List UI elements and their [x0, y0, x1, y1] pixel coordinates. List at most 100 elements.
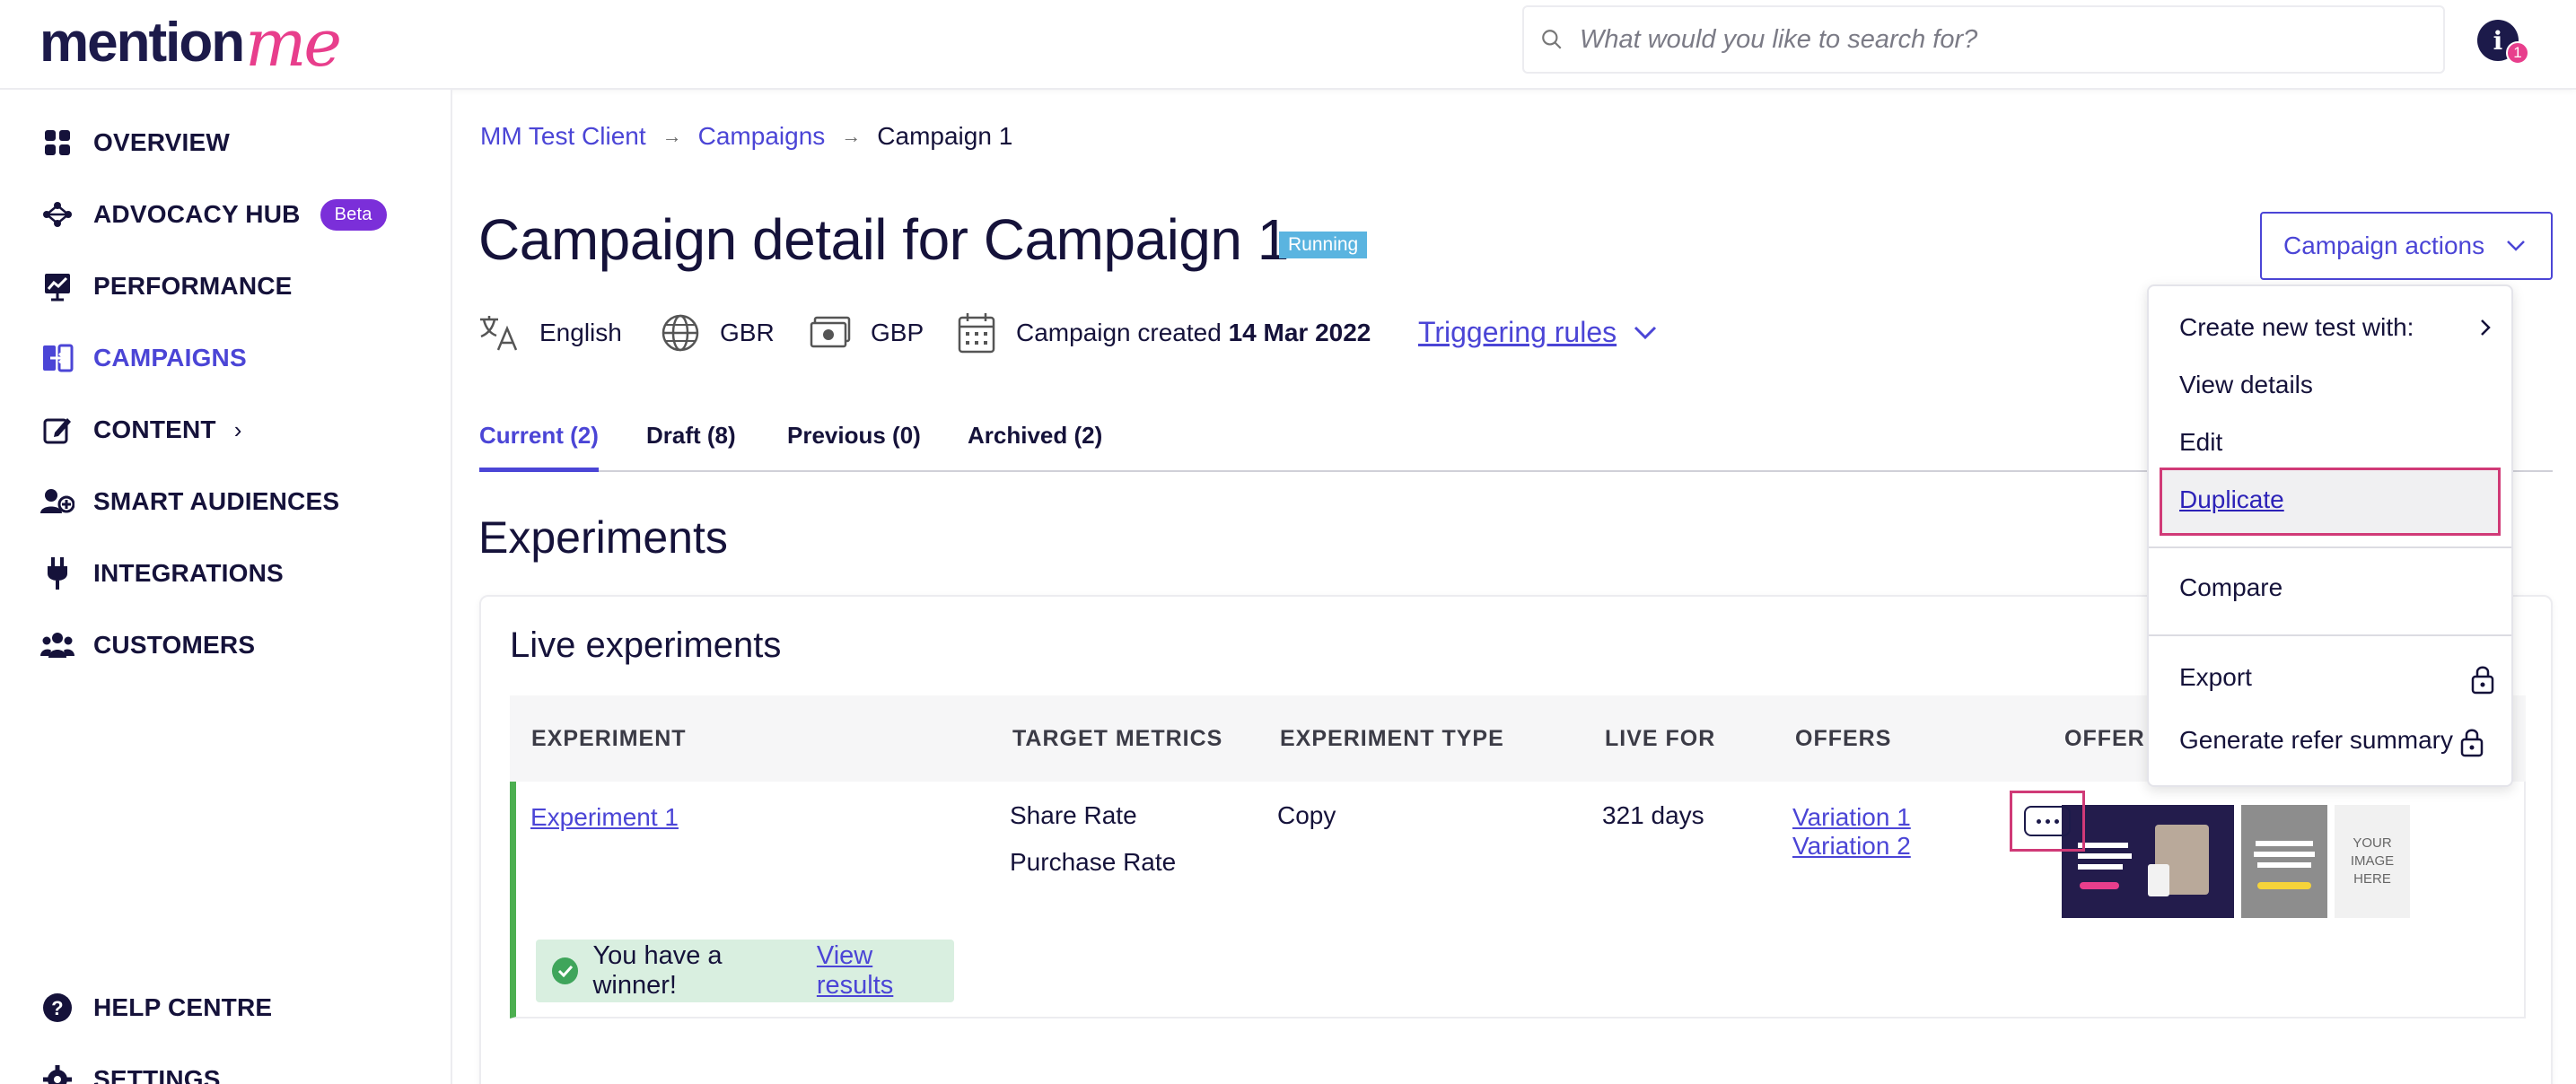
- sidebar-item-content[interactable]: CONTENT ›: [39, 407, 242, 452]
- breadcrumb-campaigns[interactable]: Campaigns: [698, 122, 826, 151]
- sidebar-item-campaigns[interactable]: CAMPAIGNS: [39, 336, 247, 380]
- thumbnail-line: [2256, 841, 2313, 846]
- currency-value: GBP: [871, 319, 924, 346]
- live-for-cell: 321 days: [1602, 801, 1704, 829]
- sidebar-item-help-centre[interactable]: ? HELP CENTRE: [39, 985, 272, 1030]
- sidebar-item-customers[interactable]: CUSTOMERS: [39, 623, 255, 668]
- chevron-right-icon: [2481, 319, 2491, 336]
- currency-meta: GBP: [810, 310, 924, 356]
- chevron-down-icon: [1634, 326, 1657, 339]
- breadcrumb-client[interactable]: MM Test Client: [480, 122, 646, 151]
- beta-badge: Beta: [320, 198, 387, 231]
- tab-draft[interactable]: Draft (8): [646, 422, 736, 472]
- thumbnail-line: [2078, 843, 2128, 848]
- column-header: EXPERIMENT TYPE: [1280, 726, 1504, 751]
- customers-icon: [39, 627, 75, 663]
- language-value: English: [539, 319, 622, 346]
- column-header: EXPERIMENT: [531, 726, 687, 751]
- notification-badge: 1: [2506, 41, 2529, 65]
- sidebar-item-label: CAMPAIGNS: [93, 344, 247, 372]
- menu-item-export[interactable]: Export: [2179, 663, 2252, 692]
- experiments-heading: Experiments: [478, 512, 728, 563]
- chevron-down-icon: [2507, 240, 2526, 251]
- sidebar-item-label: SMART AUDIENCES: [93, 487, 340, 515]
- audience-icon: [39, 484, 75, 520]
- translate-icon: [478, 312, 520, 354]
- campaigns-icon: [39, 340, 75, 376]
- sidebar-item-advocacy-hub[interactable]: ADVOCACY HUB Beta: [39, 192, 387, 237]
- sidebar-item-settings[interactable]: SETTINGS: [39, 1057, 221, 1084]
- country-value: GBR: [720, 319, 775, 346]
- menu-item-edit[interactable]: Edit: [2179, 428, 2222, 457]
- campaign-actions-menu: Create new test with: View details Edit …: [2147, 284, 2513, 787]
- tab-previous[interactable]: Previous (0): [787, 422, 921, 472]
- triggering-rules-toggle[interactable]: Triggering rules: [1418, 316, 1658, 349]
- menu-item-duplicate[interactable]: Duplicate: [2179, 485, 2284, 514]
- breadcrumb: MM Test Client → Campaigns → Campaign 1: [480, 122, 1012, 151]
- created-label: Campaign created: [1016, 319, 1222, 346]
- sidebar-item-label: OVERVIEW: [93, 128, 231, 156]
- calendar-icon: [957, 311, 996, 354]
- created-meta: Campaign created 14 Mar 2022: [957, 310, 1371, 356]
- breadcrumb-current: Campaign 1: [877, 122, 1013, 150]
- search-box[interactable]: [1522, 5, 2445, 74]
- search-input[interactable]: [1580, 24, 2441, 55]
- campaign-actions-button[interactable]: Campaign actions: [2260, 212, 2553, 280]
- search-icon: [1542, 30, 1562, 49]
- menu-item-create-test[interactable]: Create new test with:: [2179, 313, 2491, 342]
- logo-text-me: me: [245, 5, 342, 81]
- sidebar-item-label: PERFORMANCE: [93, 272, 293, 300]
- country-meta: GBR: [661, 310, 775, 356]
- sidebar: OVERVIEW ADVOCACY HUB Beta PERFORMANCE C…: [0, 90, 452, 1084]
- logo[interactable]: mention me: [39, 5, 342, 81]
- column-header: OFFERS: [1795, 726, 1892, 751]
- metric-cell: Purchase Rate: [1010, 848, 1177, 876]
- menu-item-generate-refer-summary[interactable]: Generate refer summary: [2179, 726, 2453, 755]
- view-results-link[interactable]: View results: [817, 941, 954, 1001]
- plug-icon: [39, 555, 75, 591]
- top-bar: mentionme i 1: [0, 0, 2576, 90]
- status-badge: Running: [1279, 232, 1368, 258]
- offer-image-thumbnail[interactable]: [2241, 805, 2327, 918]
- svg-text:?: ?: [51, 997, 64, 1019]
- sidebar-item-integrations[interactable]: INTEGRATIONS: [39, 551, 284, 596]
- sidebar-item-label: ADVOCACY HUB: [93, 200, 301, 228]
- arrow-right-icon: →: [841, 125, 862, 147]
- experiment-name-cell: Experiment 1: [530, 803, 679, 832]
- sidebar-item-label: CUSTOMERS: [93, 631, 256, 659]
- more-actions-button[interactable]: [2024, 806, 2071, 836]
- sidebar-item-smart-audiences[interactable]: SMART AUDIENCES: [39, 479, 339, 524]
- table-row: Experiment 1 Share Rate Purchase Rate Co…: [510, 782, 2526, 1018]
- tab-current[interactable]: Current (2): [479, 422, 599, 472]
- network-icon: [39, 197, 75, 232]
- triggering-rules-label: Triggering rules: [1418, 316, 1617, 348]
- page-title: Campaign detail for Campaign 1: [478, 207, 1289, 272]
- campaign-actions-label: Campaign actions: [2283, 232, 2485, 259]
- experiment-type-cell: Copy: [1277, 801, 1336, 829]
- offer-link[interactable]: Variation 2: [1792, 832, 1911, 860]
- menu-item-view-details[interactable]: View details: [2179, 371, 2313, 399]
- thumbnail-line: [2078, 864, 2123, 870]
- sidebar-item-overview[interactable]: OVERVIEW: [39, 120, 230, 165]
- sidebar-item-label: CONTENT: [93, 415, 216, 443]
- tab-archived[interactable]: Archived (2): [968, 422, 1102, 472]
- column-header: LIVE FOR: [1605, 726, 1716, 751]
- experiment-link[interactable]: Experiment 1: [530, 803, 679, 831]
- winner-banner: You have a winner! View results: [536, 940, 954, 1002]
- thumbnail-button: [2080, 882, 2119, 889]
- offer-link[interactable]: Variation 1: [1792, 803, 1911, 831]
- offers-cell: Variation 1 Variation 2: [1792, 803, 1911, 861]
- logo-text-mention: mention: [39, 12, 245, 74]
- image-placeholder[interactable]: YOUR IMAGE HERE: [2335, 805, 2410, 918]
- lock-icon: [2460, 729, 2484, 757]
- menu-divider: [2149, 634, 2511, 636]
- row-actions-highlight: [2010, 791, 2085, 852]
- gear-icon: [39, 1062, 75, 1084]
- offer-image-thumbnail[interactable]: [2062, 805, 2234, 918]
- menu-item-compare[interactable]: Compare: [2179, 573, 2282, 602]
- arrow-right-icon: →: [662, 125, 682, 147]
- menu-item-label: Create new test with:: [2179, 313, 2414, 341]
- sidebar-item-performance[interactable]: PERFORMANCE: [39, 264, 293, 309]
- chevron-right-icon: ›: [233, 415, 242, 443]
- thumbnail-line: [2257, 862, 2311, 868]
